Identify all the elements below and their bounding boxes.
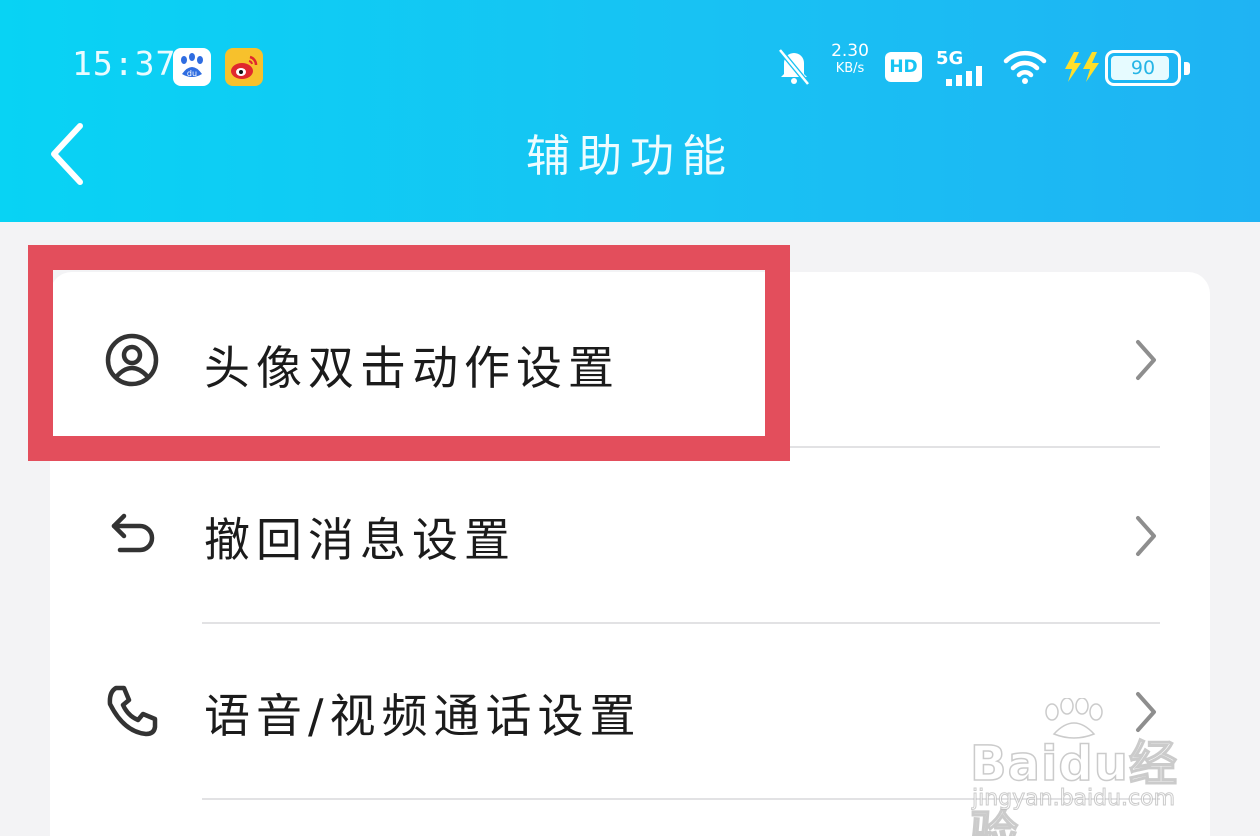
weibo-app-icon bbox=[225, 48, 263, 86]
network-speed: 2.30 KB/s bbox=[824, 42, 876, 78]
baidu-app-icon: du bbox=[173, 48, 211, 86]
menu-item-avatar-double-tap[interactable]: 头像双击动作设置 bbox=[50, 272, 1210, 448]
avatar-circle-icon bbox=[105, 333, 159, 387]
menu-item-recall-message[interactable]: 撤回消息设置 bbox=[50, 448, 1210, 624]
chevron-right-icon bbox=[1136, 516, 1156, 556]
menu-item-label: 头像双击动作设置 bbox=[204, 341, 620, 395]
battery-tip bbox=[1184, 62, 1190, 75]
status-time: 15:37 bbox=[72, 44, 177, 83]
battery-level: 90 bbox=[1130, 57, 1156, 79]
settings-card: 头像双击动作设置 撤回消息设置 语音/视频通话设置 bbox=[50, 272, 1210, 836]
chevron-right-icon bbox=[1136, 340, 1156, 380]
app-header: 15:37 du 2.30 KB/s HD 5G 90 辅助功能 bbox=[0, 0, 1260, 222]
charging-bolt-icon bbox=[1062, 50, 1102, 88]
net-speed-unit: KB/s bbox=[835, 61, 865, 76]
battery-icon: 90 bbox=[1105, 50, 1181, 86]
hd-badge: HD bbox=[885, 52, 922, 82]
page-title: 辅助功能 bbox=[526, 131, 734, 182]
status-bar: 15:37 du 2.30 KB/s HD 5G bbox=[0, 30, 1260, 106]
menu-item-label: 语音/视频通话设置 bbox=[204, 689, 642, 743]
menu-item-voice-video-call[interactable]: 语音/视频通话设置 bbox=[50, 624, 1210, 800]
divider bbox=[202, 798, 1160, 800]
wifi-icon bbox=[1003, 50, 1047, 88]
undo-arrow-icon bbox=[111, 513, 155, 553]
net-speed-value: 2.30 bbox=[831, 41, 869, 61]
phone-icon bbox=[107, 685, 158, 737]
chevron-right-icon bbox=[1136, 692, 1156, 732]
menu-item-label: 撤回消息设置 bbox=[204, 513, 516, 567]
signal-bars-icon bbox=[944, 64, 988, 90]
svg-text:du: du bbox=[187, 69, 197, 78]
bell-muted-icon bbox=[776, 44, 812, 92]
